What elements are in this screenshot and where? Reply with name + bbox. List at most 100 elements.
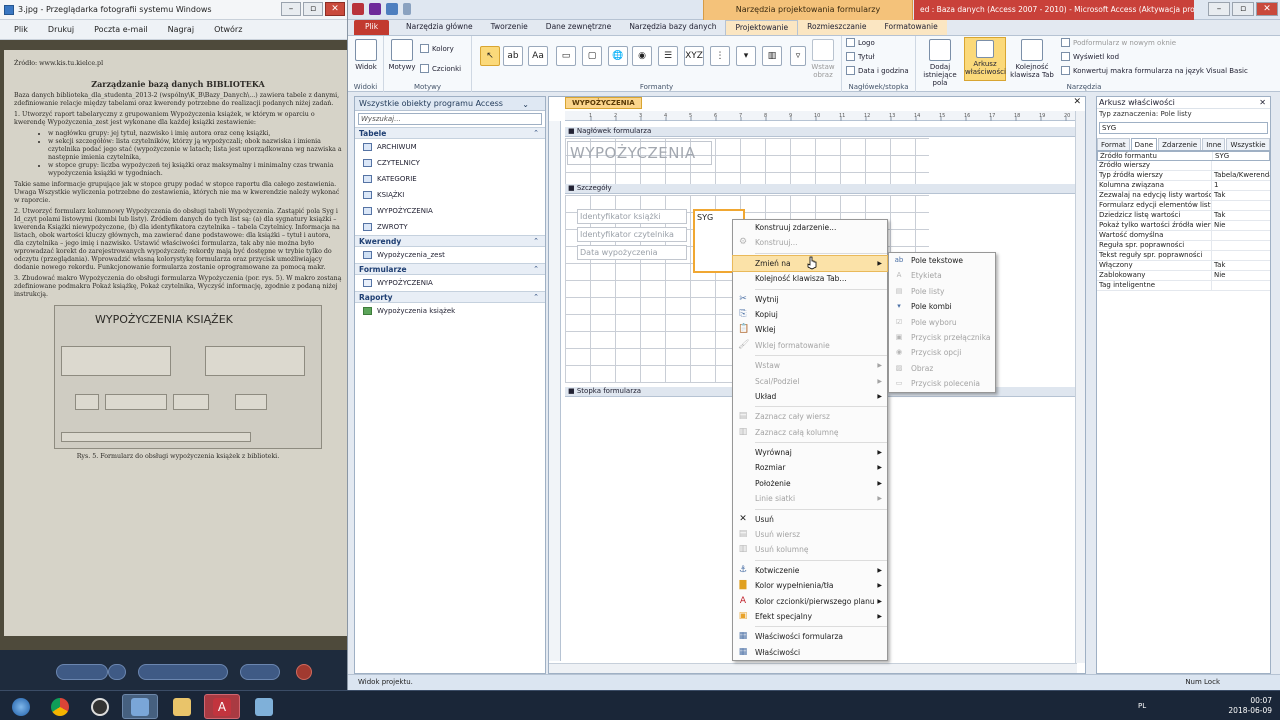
- collapse-icon[interactable]: ⌃: [533, 264, 539, 275]
- submenu-item[interactable]: ▨ Obraz: [889, 361, 995, 376]
- section-header-bar[interactable]: ■ Nagłówek formularza: [565, 127, 1085, 137]
- start-button[interactable]: [3, 694, 39, 719]
- tab-tworzenie[interactable]: Tworzenie: [482, 20, 537, 35]
- undo-icon[interactable]: [386, 3, 398, 15]
- context-menu-item[interactable]: Rozmiar ▶: [733, 460, 887, 475]
- context-menu-item[interactable]: ▥ Usuń kolumnę: [733, 542, 887, 557]
- label-icon[interactable]: Aa: [528, 46, 548, 66]
- menu-poczta[interactable]: Poczta e-mail: [94, 25, 148, 34]
- property-row[interactable]: Formularz edycji elementów listy: [1097, 201, 1270, 211]
- property-value[interactable]: [1212, 201, 1270, 210]
- web-browser-icon[interactable]: ◉: [632, 46, 652, 66]
- dodaj-pola-button[interactable]: Dodaj istniejące pola: [918, 39, 962, 87]
- context-menu-item[interactable]: Konstruuj zdarzenie...: [733, 220, 887, 235]
- submenu-item[interactable]: ◉ Przycisk opcji: [889, 345, 995, 360]
- property-tab[interactable]: Inne: [1202, 138, 1226, 150]
- chart-icon[interactable]: ▥: [762, 46, 782, 66]
- property-tab[interactable]: Dane: [1130, 138, 1158, 150]
- system-clock[interactable]: 00:07 2018-06-09: [1228, 696, 1272, 716]
- taskbar-obs[interactable]: [82, 694, 118, 719]
- context-menu-item[interactable]: A Kolor czcionki/pierwszego planu ▶: [733, 594, 887, 609]
- property-value[interactable]: Nie: [1212, 271, 1270, 280]
- tab-narzedzia-bazy[interactable]: Narzędzia bazy danych: [620, 20, 725, 35]
- wstaw-obraz-button[interactable]: Wstaw obraz: [808, 39, 838, 79]
- tab-control-icon[interactable]: ▢: [582, 46, 602, 66]
- property-tab[interactable]: Wszystkie: [1226, 138, 1270, 150]
- context-menu-item[interactable]: ✂ Wytnij: [733, 292, 887, 307]
- property-row[interactable]: Wartość domyślna: [1097, 231, 1270, 241]
- collapse-icon[interactable]: ⌃: [533, 292, 539, 303]
- context-menu-item[interactable]: ▥ Zaznacz całą kolumnę: [733, 425, 887, 440]
- chevron-down-icon[interactable]: ⌄: [522, 98, 529, 111]
- kolory-button[interactable]: Kolory: [420, 44, 454, 53]
- context-menu-item[interactable]: Scal/Podziel ▶: [733, 374, 887, 389]
- property-tab[interactable]: Format: [1097, 138, 1130, 150]
- nav-item[interactable]: KATEGORIE: [355, 171, 545, 187]
- context-menu-item[interactable]: ⎘ Kopiuj: [733, 307, 887, 322]
- konwertuj-makra-button[interactable]: Konwertuj makra formularza na język Visu…: [1061, 66, 1248, 75]
- property-row[interactable]: Reguła spr. poprawności: [1097, 241, 1270, 251]
- context-menu-item[interactable]: ▤ Usuń wiersz: [733, 527, 887, 542]
- language-indicator[interactable]: PL: [1138, 702, 1146, 710]
- nav-section-2[interactable]: Formularze ⌃: [355, 263, 545, 275]
- property-row[interactable]: Kolumna związana 1: [1097, 181, 1270, 191]
- menu-nagraj[interactable]: Nagraj: [168, 25, 194, 34]
- property-row[interactable]: Pokaż tylko wartości źródła wierszy Nie: [1097, 221, 1270, 231]
- property-value[interactable]: [1212, 281, 1270, 290]
- vertical-scrollbar[interactable]: [1075, 111, 1085, 663]
- property-row[interactable]: Źródło formantu SYG: [1097, 151, 1270, 161]
- slideshow-icon[interactable]: [138, 664, 228, 680]
- selection-dropdown[interactable]: SYG: [1099, 122, 1268, 134]
- property-value[interactable]: Tak: [1212, 211, 1270, 220]
- tab-narzedzia-glowne[interactable]: Narzędzia główne: [397, 20, 482, 35]
- property-row[interactable]: Zablokowany Nie: [1097, 271, 1270, 281]
- viewer-title-bar[interactable]: 3.jpg - Przeglądarka fotografii systemu …: [0, 0, 347, 20]
- option-group-icon[interactable]: XYZ: [684, 46, 704, 66]
- property-row[interactable]: Zezwalaj na edycję listy wartości Tak: [1097, 191, 1270, 201]
- hyperlink-icon[interactable]: 🌐: [608, 46, 628, 66]
- close-button[interactable]: ✕: [1256, 2, 1278, 16]
- property-row[interactable]: Włączony Tak: [1097, 261, 1270, 271]
- nav-search-input[interactable]: Wyszukaj...: [358, 113, 542, 125]
- form-title-label[interactable]: WYPOŻYCZENIA: [567, 141, 712, 165]
- nav-item[interactable]: WYPOŻYCZENIA: [355, 203, 545, 219]
- fit-icon[interactable]: [108, 664, 126, 680]
- tab-formatowanie[interactable]: Formatowanie: [875, 20, 947, 35]
- kolejnosc-tab-button[interactable]: Kolejność klawisza Tab: [1010, 39, 1054, 79]
- minimize-button[interactable]: –: [1208, 2, 1230, 16]
- tab-plik[interactable]: Plik: [354, 20, 390, 35]
- context-menu-item[interactable]: Kolejność klawisza Tab...: [733, 271, 887, 286]
- more-controls-icon[interactable]: ▿: [790, 46, 806, 66]
- widok-button[interactable]: Widok: [352, 39, 380, 71]
- property-value[interactable]: 1: [1212, 181, 1270, 190]
- collapse-icon[interactable]: ⌃: [533, 128, 539, 139]
- property-value[interactable]: [1212, 161, 1270, 170]
- section-detail-bar[interactable]: ■ Szczegóły: [565, 184, 1085, 194]
- delete-icon[interactable]: [296, 664, 312, 680]
- button-icon[interactable]: ▭: [556, 46, 576, 66]
- menu-plik[interactable]: Plik: [14, 25, 28, 34]
- doc-tab-wypozyczenia[interactable]: WYPOŻYCZENIA: [565, 97, 642, 109]
- customize-qat-icon[interactable]: [403, 3, 411, 15]
- taskbar-other[interactable]: [246, 694, 282, 719]
- nav-item[interactable]: Wypożyczenia książek: [355, 303, 545, 319]
- textbox-icon[interactable]: ab: [503, 46, 523, 66]
- taskbar-photo-viewer[interactable]: [122, 694, 158, 719]
- context-menu-item[interactable]: ▇ Kolor wypełnienia/tła ▶: [733, 578, 887, 593]
- context-menu-item[interactable]: Układ ▶: [733, 389, 887, 404]
- label-identyfikator-ksiazki[interactable]: Identyfikator książki: [577, 209, 687, 224]
- property-value[interactable]: [1212, 231, 1270, 240]
- navigation-control-icon[interactable]: ☰: [658, 46, 678, 66]
- menu-drukuj[interactable]: Drukuj: [48, 25, 74, 34]
- horizontal-scrollbar[interactable]: [549, 663, 1077, 673]
- property-value[interactable]: Tabela/Kwerenda: [1212, 171, 1270, 180]
- submenu-item[interactable]: A Etykieta: [889, 268, 995, 283]
- context-menu-item[interactable]: ▦ Właściwości: [733, 645, 887, 660]
- context-menu-item[interactable]: ⚙ Konstruuj...: [733, 235, 887, 250]
- submenu-item[interactable]: ▣ Przycisk przełącznika: [889, 330, 995, 345]
- zoom-icon[interactable]: [56, 664, 108, 680]
- nav-header[interactable]: Wszystkie obiekty programu Access ⌄: [355, 97, 545, 111]
- close-button[interactable]: ✕: [325, 2, 345, 16]
- logo-button[interactable]: Logo: [846, 38, 875, 47]
- property-value[interactable]: SYG: [1213, 152, 1269, 160]
